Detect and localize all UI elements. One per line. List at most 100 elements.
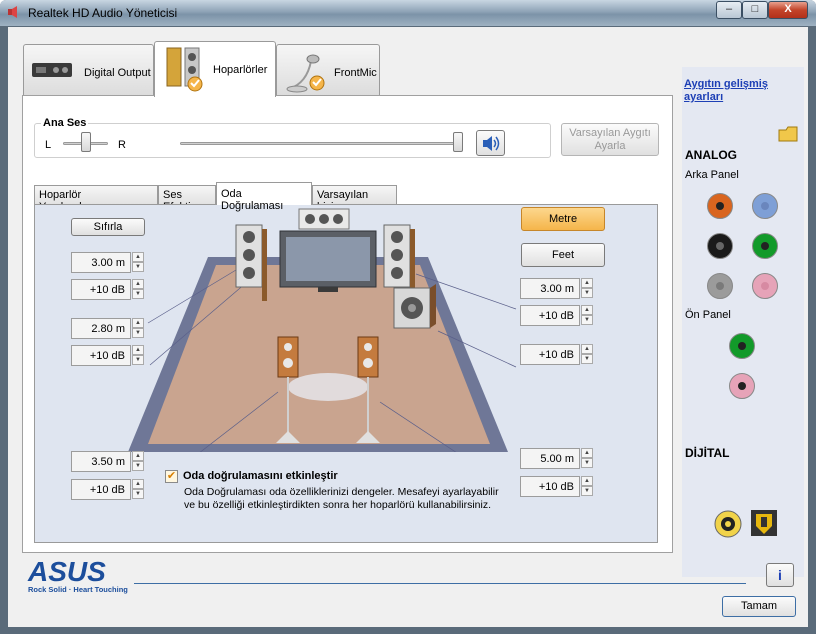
front-left-gain-spinner[interactable]: +10 dB ▲ ▼	[71, 279, 145, 300]
rear-left-gain-field[interactable]: +10 dB	[71, 479, 131, 500]
folder-icon[interactable]	[778, 125, 800, 143]
rear-pink-jack[interactable]	[752, 273, 778, 299]
spin-down-arrow-icon[interactable]: ▼	[581, 458, 593, 468]
spin-down-arrow-icon[interactable]: ▼	[132, 461, 144, 471]
center-distance-spinner[interactable]: 2.80 m ▲ ▼	[71, 318, 145, 339]
room-correction-description-line2: ve bu özelliği etkinleştirdikten sonra h…	[184, 499, 491, 511]
digital-header: DİJİTAL	[685, 446, 730, 460]
minimize-button[interactable]: –	[716, 1, 742, 19]
rear-orange-jack[interactable]	[707, 193, 733, 219]
maximize-button[interactable]: □	[742, 1, 768, 19]
rear-left-gain-spinner[interactable]: +10 dB ▲ ▼	[71, 479, 145, 500]
center-gain-field[interactable]: +10 dB	[71, 345, 131, 366]
spin-down-arrow-icon[interactable]: ▼	[132, 489, 144, 499]
spin-down-arrow-icon[interactable]: ▼	[581, 315, 593, 325]
front-left-gain-field[interactable]: +10 dB	[71, 279, 131, 300]
spin-down-arrow-icon[interactable]: ▼	[581, 288, 593, 298]
tab-digital-output[interactable]: Digital Output	[23, 44, 154, 96]
feet-button[interactable]: Feet	[521, 243, 605, 267]
front-panel-label: Ön Panel	[685, 309, 731, 321]
subwoofer-icon	[393, 284, 436, 329]
rear-right-distance-spinner[interactable]: 5.00 m ▲ ▼	[520, 448, 594, 469]
subwoofer-gain-spinner[interactable]: +10 dB ▲ ▼	[520, 344, 594, 365]
advanced-settings-link-line2[interactable]: ayarları	[684, 91, 768, 104]
rear-right-distance-field[interactable]: 5.00 m	[520, 448, 580, 469]
spin-up-arrow-icon[interactable]: ▲	[581, 278, 593, 288]
front-right-gain-field[interactable]: +10 dB	[520, 305, 580, 326]
window-title: Realtek HD Audio Yöneticisi	[28, 6, 178, 20]
footer-divider	[134, 583, 746, 584]
front-left-distance-spinner[interactable]: 3.00 m ▲ ▼	[71, 252, 145, 273]
info-button[interactable]: i	[766, 563, 794, 587]
subwoofer-gain-field[interactable]: +10 dB	[520, 344, 580, 365]
tab-speaker-configuration[interactable]: Hoparlör Yapılandırması	[34, 185, 158, 213]
svg-text:ASUS: ASUS	[27, 559, 106, 587]
spin-up-arrow-icon[interactable]: ▲	[581, 344, 593, 354]
tab-sound-effects[interactable]: Ses Efekti	[158, 185, 216, 213]
asus-logo: ASUS Rock Solid · Heart Touching	[27, 559, 128, 594]
close-button[interactable]: X	[768, 1, 808, 19]
tab-default-format[interactable]: Varsayılan biçim	[312, 185, 397, 213]
coaxial-spdif-icon[interactable]	[713, 509, 743, 539]
spin-up-arrow-icon[interactable]: ▲	[581, 476, 593, 486]
rear-left-distance-spinner[interactable]: 3.50 m ▲ ▼	[71, 451, 145, 472]
front-green-jack[interactable]	[729, 333, 755, 359]
volume-slider-track[interactable]	[180, 142, 460, 145]
center-distance-field[interactable]: 2.80 m	[71, 318, 131, 339]
spin-up-arrow-icon[interactable]: ▲	[132, 279, 144, 289]
rear-blue-jack[interactable]	[752, 193, 778, 219]
rear-right-gain-field[interactable]: +10 dB	[520, 476, 580, 497]
main-volume-title: Ana Ses	[41, 117, 89, 129]
spin-up-arrow-icon[interactable]: ▲	[581, 305, 593, 315]
reset-button[interactable]: Sıfırla	[71, 218, 145, 236]
spin-down-arrow-icon[interactable]: ▼	[132, 328, 144, 338]
app-window: Realtek HD Audio Yöneticisi – □ X Digita…	[0, 0, 816, 634]
spin-up-arrow-icon[interactable]: ▲	[132, 252, 144, 262]
enable-room-correction-checkbox[interactable]: ✔	[165, 470, 178, 483]
rear-gray-jack[interactable]	[707, 273, 733, 299]
set-default-device-button[interactable]: Varsayılan Aygıtı Ayarla	[561, 123, 659, 156]
speakers-icon	[166, 47, 203, 92]
ok-button[interactable]: Tamam	[722, 596, 796, 617]
spin-up-arrow-icon[interactable]: ▲	[132, 479, 144, 489]
spin-down-arrow-icon[interactable]: ▼	[132, 262, 144, 272]
rear-left-distance-field[interactable]: 3.50 m	[71, 451, 131, 472]
spin-up-arrow-icon[interactable]: ▲	[581, 448, 593, 458]
speaker-volume-icon	[483, 136, 500, 151]
rear-right-gain-spinner[interactable]: +10 dB ▲ ▼	[520, 476, 594, 497]
advanced-settings-link[interactable]: Aygıtın gelişmiş ayarları	[684, 78, 768, 104]
volume-slider-thumb[interactable]	[453, 132, 463, 152]
room-correction-description-line1: Oda Doğrulaması oda özelliklerinizi deng…	[184, 486, 499, 498]
tab-room-correction[interactable]: Oda Doğrulaması	[216, 182, 312, 212]
front-right-gain-spinner[interactable]: +10 dB ▲ ▼	[520, 305, 594, 326]
spin-up-arrow-icon[interactable]: ▲	[132, 318, 144, 328]
center-gain-spinner[interactable]: +10 dB ▲ ▼	[71, 345, 145, 366]
tab-front-mic[interactable]: FrontMic	[276, 44, 380, 96]
spin-up-arrow-icon[interactable]: ▲	[132, 451, 144, 461]
rear-black-jack[interactable]	[707, 233, 733, 259]
title-bar[interactable]: Realtek HD Audio Yöneticisi – □ X	[0, 0, 816, 26]
client-area: Digital Output Hoparlörler FrontMic Ana …	[8, 27, 808, 627]
main-volume-group	[34, 123, 551, 158]
balance-right-label: R	[118, 139, 126, 151]
microphone-icon	[286, 54, 325, 93]
speaker-app-icon	[8, 6, 17, 18]
spin-down-arrow-icon[interactable]: ▼	[132, 355, 144, 365]
front-left-distance-field[interactable]: 3.00 m	[71, 252, 131, 273]
rear-left-speaker-icon	[276, 336, 300, 443]
meter-button[interactable]: Metre	[521, 207, 605, 231]
advanced-settings-link-line1[interactable]: Aygıtın gelişmiş	[684, 78, 768, 91]
front-right-distance-spinner[interactable]: 3.00 m ▲ ▼	[520, 278, 594, 299]
tab-speakers[interactable]: Hoparlörler	[154, 41, 276, 97]
spin-down-arrow-icon[interactable]: ▼	[132, 289, 144, 299]
spin-up-arrow-icon[interactable]: ▲	[132, 345, 144, 355]
mute-button[interactable]	[476, 130, 505, 156]
enable-room-correction-label[interactable]: Oda doğrulamasını etkinleştir	[183, 470, 338, 482]
rear-green-jack[interactable]	[752, 233, 778, 259]
optical-spdif-icon[interactable]	[750, 509, 778, 539]
spin-down-arrow-icon[interactable]: ▼	[581, 354, 593, 364]
front-right-distance-field[interactable]: 3.00 m	[520, 278, 580, 299]
balance-slider-thumb[interactable]	[81, 132, 91, 152]
front-pink-jack[interactable]	[729, 373, 755, 399]
spin-down-arrow-icon[interactable]: ▼	[581, 486, 593, 496]
